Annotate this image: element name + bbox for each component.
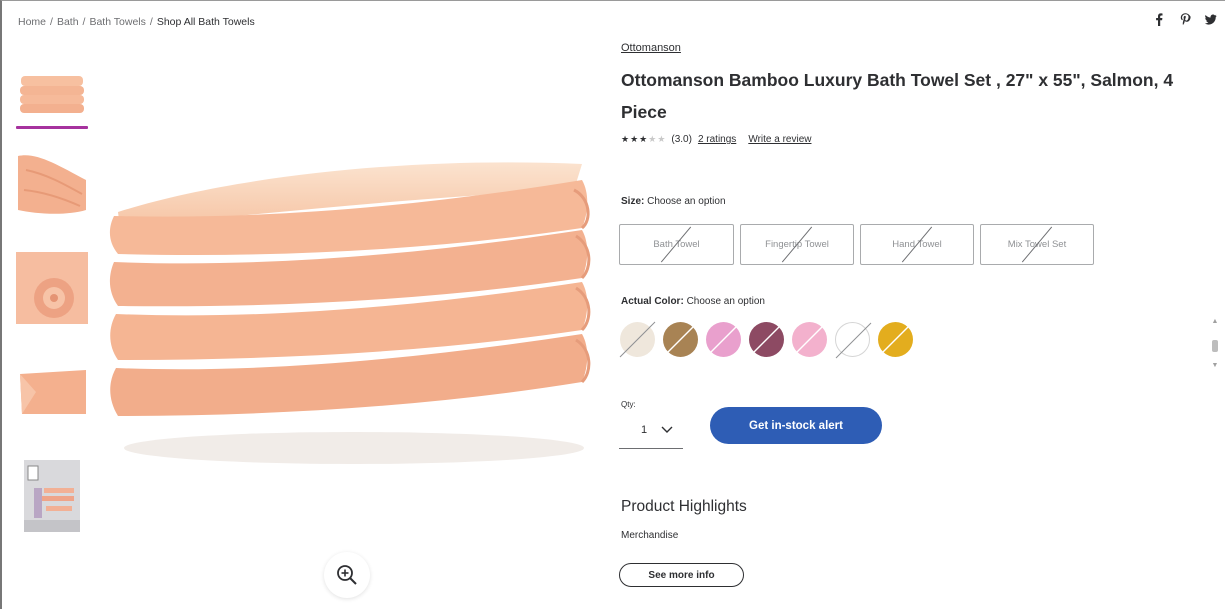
- star-rating: ★ ★ ★ ★ ★: [621, 134, 665, 145]
- write-review-link[interactable]: Write a review: [748, 134, 811, 145]
- color-swatch[interactable]: [791, 321, 828, 358]
- color-swatch[interactable]: [877, 321, 914, 358]
- size-option-hand-towel[interactable]: Hand Towel: [860, 224, 974, 265]
- star-filled-icon: ★: [630, 134, 639, 144]
- ratings-count-link[interactable]: 2 ratings: [698, 134, 736, 145]
- size-label: Size: Choose an option: [621, 196, 726, 207]
- color-swatch[interactable]: [619, 321, 656, 358]
- see-more-info-button[interactable]: See more info: [619, 563, 744, 587]
- breadcrumb-separator: /: [82, 16, 86, 28]
- zoom-in-icon: [337, 565, 357, 585]
- pinterest-icon[interactable]: [1179, 12, 1191, 26]
- thumbnail-towel-corner[interactable]: [16, 358, 88, 426]
- twitter-icon[interactable]: [1205, 12, 1217, 26]
- thumbnail-lifestyle[interactable]: [16, 460, 88, 532]
- star-empty-icon: ★: [648, 134, 657, 144]
- star-filled-icon: ★: [639, 134, 648, 144]
- color-label: Actual Color: Choose an option: [621, 296, 765, 307]
- breadcrumb: Home / Bath / Bath Towels / Shop All Bat…: [18, 16, 255, 28]
- color-swatches: [619, 321, 914, 359]
- brand-link[interactable]: Ottomanson: [621, 42, 681, 54]
- color-swatch[interactable]: [662, 321, 699, 358]
- social-share: [1153, 12, 1217, 26]
- zoom-button[interactable]: [324, 552, 370, 598]
- star-filled-icon: ★: [621, 134, 630, 144]
- breadcrumb-separator: /: [149, 16, 153, 28]
- merchandise-text: Merchandise: [621, 530, 679, 541]
- size-label-title: Size:: [621, 196, 645, 207]
- thumbnail-rolled-towel[interactable]: [16, 252, 88, 324]
- quantity-label: Qty:: [621, 400, 636, 409]
- scroll-thumb[interactable]: [1212, 340, 1218, 352]
- scroll-down-arrow[interactable]: ▼: [1209, 360, 1221, 370]
- color-swatch[interactable]: [705, 321, 742, 358]
- quantity-value: 1: [641, 423, 648, 436]
- size-prompt: Choose an option: [647, 196, 726, 207]
- rating-summary: ★ ★ ★ ★ ★ (3.0) 2 ratings Write a review: [621, 134, 811, 145]
- star-empty-icon: ★: [657, 134, 666, 144]
- breadcrumb-bath[interactable]: Bath: [57, 16, 79, 28]
- product-title: Ottomanson Bamboo Luxury Bath Towel Set …: [621, 70, 1174, 122]
- scrollbar[interactable]: ▲ ▼: [1209, 316, 1221, 370]
- size-option-bath-towel[interactable]: Bath Towel: [619, 224, 734, 265]
- color-label-title: Actual Color:: [621, 296, 684, 307]
- thumbnail-stack-front[interactable]: [16, 60, 88, 128]
- instock-alert-button[interactable]: Get in-stock alert: [710, 407, 882, 444]
- color-swatch[interactable]: [835, 322, 872, 359]
- size-options: Bath Towel Fingertip Towel Hand Towel Mi…: [619, 224, 1094, 265]
- breadcrumb-home[interactable]: Home: [18, 16, 46, 28]
- chevron-down-icon: [661, 426, 673, 433]
- quantity-select[interactable]: 1: [619, 411, 683, 449]
- breadcrumb-separator: /: [50, 16, 53, 28]
- thumbnail-draped-towel[interactable]: [16, 150, 88, 218]
- breadcrumb-bath-towels[interactable]: Bath Towels: [89, 16, 145, 28]
- scroll-track[interactable]: [1209, 326, 1221, 360]
- color-prompt: Choose an option: [686, 296, 765, 307]
- size-option-mix-towel-set[interactable]: Mix Towel Set: [980, 224, 1094, 265]
- breadcrumb-current: Shop All Bath Towels: [156, 16, 255, 28]
- scroll-up-arrow[interactable]: ▲: [1209, 316, 1221, 326]
- facebook-icon[interactable]: [1153, 12, 1165, 26]
- product-highlights-heading: Product Highlights: [621, 498, 747, 515]
- main-product-image[interactable]: [104, 150, 592, 470]
- rating-score: (3.0): [671, 134, 692, 145]
- color-swatch[interactable]: [748, 321, 785, 358]
- size-option-fingertip-towel[interactable]: Fingertip Towel: [740, 224, 854, 265]
- thumbnail-selected-indicator: [16, 126, 88, 129]
